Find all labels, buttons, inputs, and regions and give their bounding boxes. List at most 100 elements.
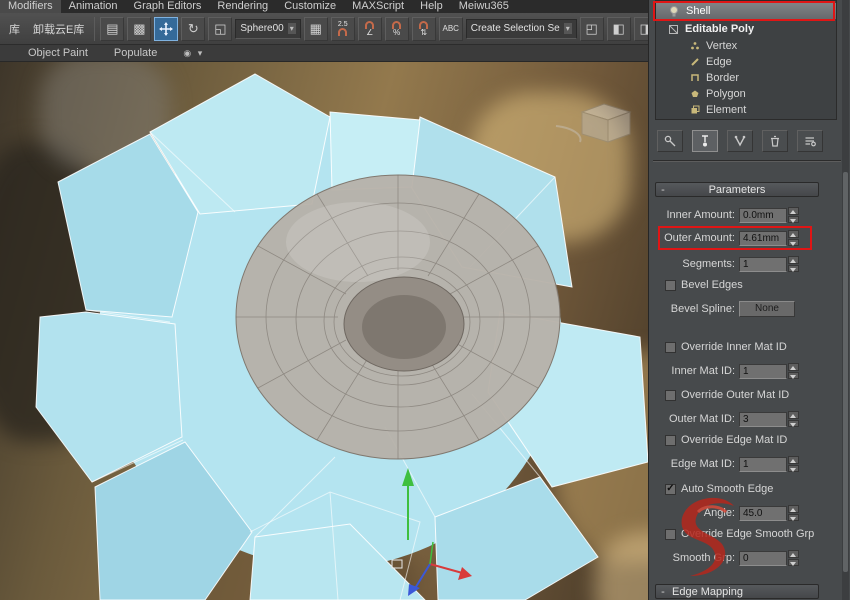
window-crossing-icon[interactable]: ◧ <box>607 17 631 41</box>
menu-maxscript[interactable]: MAXScript <box>344 0 412 13</box>
stack-item-label: Vertex <box>706 40 737 52</box>
dropdown-arrow-icon: ▾ <box>288 23 296 34</box>
paint-objects-icon[interactable]: ▤ <box>100 17 124 41</box>
outer-amount-row: Outer Amount: 4.61mm <box>655 229 819 247</box>
stack-item-border[interactable]: Border <box>656 70 836 86</box>
menu-modifiers[interactable]: Modifiers <box>0 0 61 13</box>
select-and-move-icon[interactable] <box>154 17 178 41</box>
select-and-rotate-icon[interactable]: ↻ <box>181 17 205 41</box>
inner-amount-spinner[interactable] <box>788 207 799 223</box>
snap-toggle-icon[interactable]: 2.5 <box>331 17 355 41</box>
menu-help[interactable]: Help <box>412 0 451 13</box>
outer-mat-spinner[interactable] <box>788 411 799 427</box>
spinner-glyph: ⇅ <box>420 29 427 37</box>
polygon-icon <box>690 89 700 99</box>
tab-populate[interactable]: Populate <box>114 47 157 59</box>
override-inner-checkbox[interactable] <box>665 342 676 353</box>
unload-cloud-tab[interactable]: 卸载云E库 <box>28 21 89 37</box>
bevel-spline-row: Bevel Spline: None <box>655 300 819 318</box>
move-cross-icon <box>159 22 173 36</box>
grid-display-icon[interactable]: ▦ <box>304 17 328 41</box>
viewport[interactable] <box>0 62 648 600</box>
override-edge-label: Override Edge Mat ID <box>681 434 787 446</box>
parameters-rollout-header[interactable]: - Parameters <box>655 182 819 197</box>
edge-mat-spinner[interactable] <box>788 456 799 472</box>
named-selection-set-dropdown[interactable]: Create Selection Se ▾ <box>466 19 577 39</box>
outer-mat-row: Outer Mat ID: 3 <box>655 410 819 428</box>
edge-icon <box>690 57 700 67</box>
segments-row: Segments: 1 <box>655 255 819 273</box>
segments-spinner[interactable] <box>788 256 799 272</box>
bevel-spline-label: Bevel Spline: <box>655 303 739 315</box>
library-tab[interactable]: 库 <box>4 21 25 37</box>
stack-item-edge[interactable]: Edge <box>656 54 836 70</box>
lightbulb-icon <box>668 5 680 18</box>
override-edge-checkbox[interactable] <box>665 435 676 446</box>
edge-mat-row: Edge Mat ID: 1 <box>655 455 819 473</box>
menu-animation[interactable]: Animation <box>61 0 126 13</box>
element-icon <box>690 105 700 115</box>
percent-snap-icon[interactable]: % <box>385 17 409 41</box>
stack-item-vertex[interactable]: Vertex <box>656 38 836 54</box>
stack-item-editable-poly[interactable]: Editable Poly <box>656 21 836 37</box>
viewcube <box>556 104 630 142</box>
stack-item-label: Editable Poly <box>685 23 754 35</box>
override-edge-row: Override Edge Mat ID <box>665 433 787 447</box>
inner-amount-row: Inner Amount: 0.0mm <box>655 206 819 224</box>
3dsmax-window: Modifiers Animation Graph Editors Render… <box>0 0 850 600</box>
segments-field[interactable]: 1 <box>739 257 787 272</box>
inner-amount-field[interactable]: 0.0mm <box>739 208 787 223</box>
keyboard-override-icon[interactable]: ABC <box>439 17 463 41</box>
object-name-dropdown[interactable]: Sphere00 ▾ <box>235 19 300 39</box>
scrollbar-thumb[interactable] <box>843 172 848 572</box>
smooth-grp-field[interactable]: 0 <box>739 551 787 566</box>
inner-mat-field[interactable]: 1 <box>739 364 787 379</box>
menu-customize[interactable]: Customize <box>276 0 344 13</box>
mirror-icon[interactable]: ◨ <box>634 17 648 41</box>
inner-mat-label: Inner Mat ID: <box>655 365 739 377</box>
angle-spinner[interactable] <box>788 505 799 521</box>
border-icon <box>690 73 700 83</box>
menu-meiwu365[interactable]: Meiwu365 <box>451 0 517 13</box>
show-end-result-button[interactable] <box>692 130 718 152</box>
inner-mat-row: Inner Mat ID: 1 <box>655 362 819 380</box>
bevel-edges-checkbox[interactable] <box>665 280 676 291</box>
outer-mat-field[interactable]: 3 <box>739 412 787 427</box>
pin-stack-button[interactable] <box>657 130 683 152</box>
stack-item-label: Polygon <box>706 88 746 100</box>
editable-poly-icon <box>668 24 679 35</box>
trash-icon <box>768 134 782 148</box>
remove-modifier-button[interactable] <box>762 130 788 152</box>
menu-graph-editors[interactable]: Graph Editors <box>126 0 210 13</box>
bevel-spline-button[interactable]: None <box>739 301 795 317</box>
edge-mapping-rollout-header[interactable]: - Edge Mapping <box>655 584 819 599</box>
scene-explorer-icon[interactable]: ▩ <box>127 17 151 41</box>
snap-25-label: 2.5 <box>338 21 348 28</box>
inner-mat-spinner[interactable] <box>788 363 799 379</box>
dropdown-arrow-icon: ▾ <box>564 23 572 34</box>
panel-scrollbar[interactable] <box>842 0 849 600</box>
angle-snap-icon[interactable]: ∠ <box>358 17 382 41</box>
select-and-scale-icon[interactable]: ◱ <box>208 17 232 41</box>
rollout-title: Edge Mapping <box>670 586 818 598</box>
smooth-grp-spinner[interactable] <box>788 550 799 566</box>
stack-item-polygon[interactable]: Polygon <box>656 86 836 102</box>
stack-item-element[interactable]: Element <box>656 102 836 118</box>
selection-region-icon[interactable]: ◰ <box>580 17 604 41</box>
outer-amount-field[interactable]: 4.61mm <box>739 231 787 246</box>
pin-icon <box>663 134 677 148</box>
spinner-snap-icon[interactable]: ⇅ <box>412 17 436 41</box>
override-outer-row: Override Outer Mat ID <box>665 388 789 402</box>
percent-glyph: % <box>393 29 400 37</box>
populate-flyout-icon[interactable]: ◉ ▾ <box>183 48 204 59</box>
stack-item-shell[interactable]: Shell <box>656 3 836 19</box>
outer-amount-spinner[interactable] <box>788 230 799 246</box>
menu-rendering[interactable]: Rendering <box>209 0 276 13</box>
make-unique-button[interactable] <box>727 130 753 152</box>
edge-mat-field[interactable]: 1 <box>739 457 787 472</box>
tab-object-paint[interactable]: Object Paint <box>28 47 88 59</box>
stack-item-label: Shell <box>686 5 710 17</box>
configure-modifier-sets-button[interactable] <box>797 130 823 152</box>
angle-field[interactable]: 45.0 <box>739 506 787 521</box>
override-outer-checkbox[interactable] <box>665 390 676 401</box>
